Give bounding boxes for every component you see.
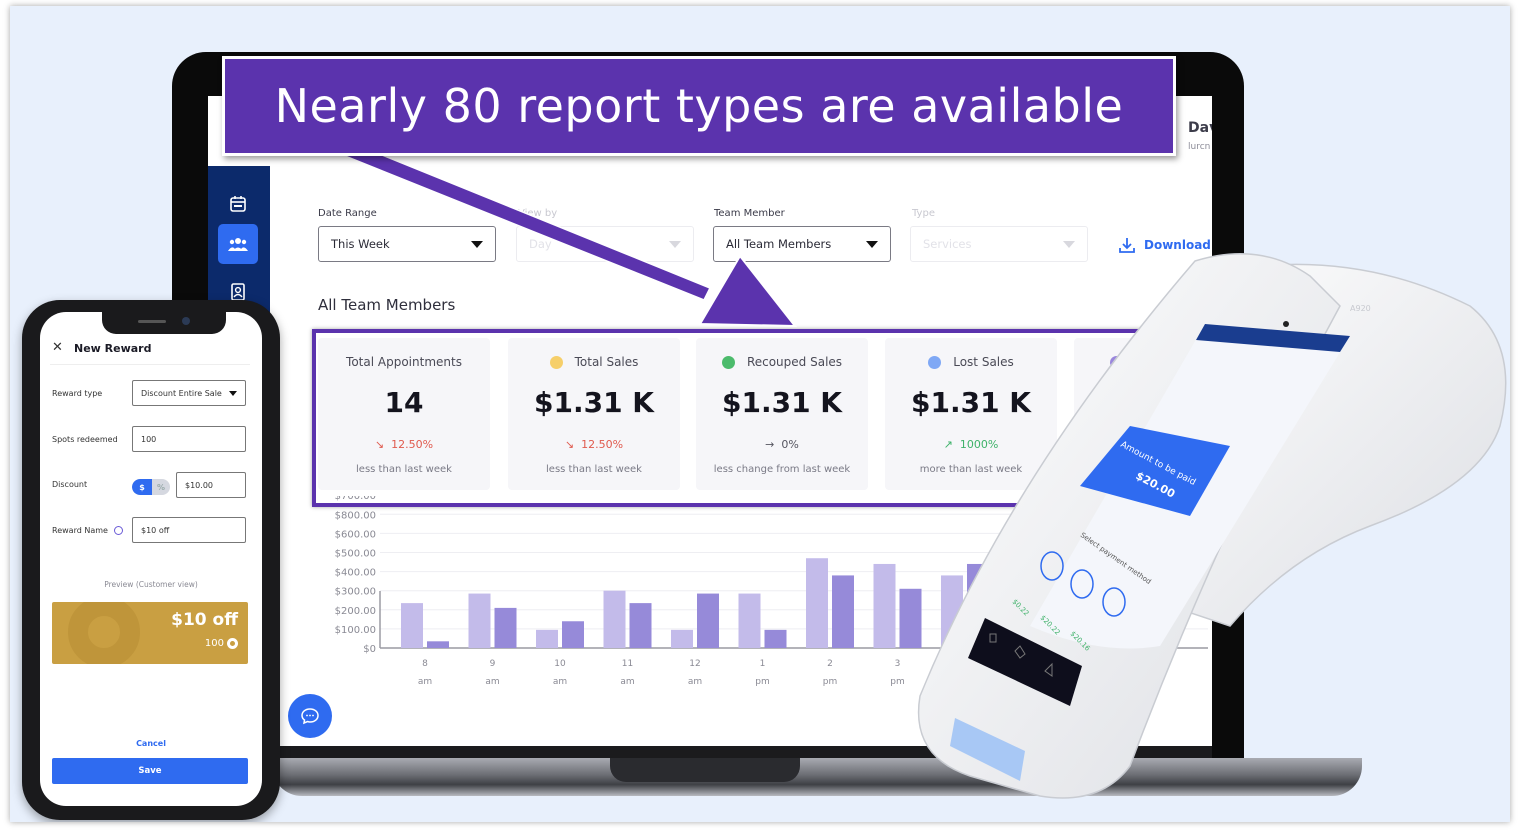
chevron-down-icon	[229, 390, 237, 396]
spots-redeemed-value: 100	[141, 434, 157, 444]
info-icon[interactable]	[114, 526, 124, 535]
discount-type-toggle[interactable]: $ %	[132, 479, 170, 495]
reward-type-select[interactable]: Discount Entire Sale	[132, 380, 246, 406]
reward-name-input[interactable]: $10 off	[132, 517, 246, 543]
phone: ✕ New Reward Reward type Discount Entire…	[22, 300, 280, 820]
points-coin-icon	[227, 638, 238, 649]
camera	[182, 317, 190, 325]
pos-camera	[1283, 321, 1289, 327]
reward-preview-card: $10 off 100	[52, 602, 248, 664]
spots-redeemed-input[interactable]: 100	[132, 426, 246, 452]
cancel-button[interactable]: Cancel	[40, 739, 262, 748]
reward-card-title: $10 off	[171, 610, 238, 630]
reward-points-value: 100	[204, 638, 224, 649]
reward-type-value: Discount Entire Sale	[141, 388, 222, 398]
discount-value: $10.00	[185, 480, 213, 490]
phone-notch	[102, 312, 226, 334]
reward-name-label-text: Reward Name	[52, 526, 108, 535]
preview-label: Preview (Customer view)	[104, 580, 198, 589]
divider	[50, 364, 250, 365]
phone-title: New Reward	[74, 342, 152, 355]
reward-card-points: 100	[205, 638, 238, 649]
promo-frame: Dav lurcn Date Range This Week View by D…	[10, 6, 1510, 822]
close-icon[interactable]: ✕	[52, 340, 63, 355]
toggle-percent[interactable]: %	[152, 479, 170, 495]
speaker	[138, 320, 166, 323]
phone-screen: ✕ New Reward Reward type Discount Entire…	[40, 312, 262, 806]
spots-redeemed-label: Spots redeemed	[52, 435, 118, 444]
reward-ring-decoration	[68, 602, 140, 664]
discount-label: Discount	[52, 480, 88, 489]
pos-model: A920	[1350, 304, 1371, 313]
reward-type-label: Reward type	[52, 389, 103, 398]
save-button[interactable]: Save	[52, 758, 248, 784]
reward-name-label: Reward Name	[52, 526, 124, 535]
discount-input[interactable]: $10.00	[176, 472, 246, 498]
toggle-dollar[interactable]: $	[132, 479, 152, 495]
reward-name-value: $10 off	[141, 525, 170, 535]
